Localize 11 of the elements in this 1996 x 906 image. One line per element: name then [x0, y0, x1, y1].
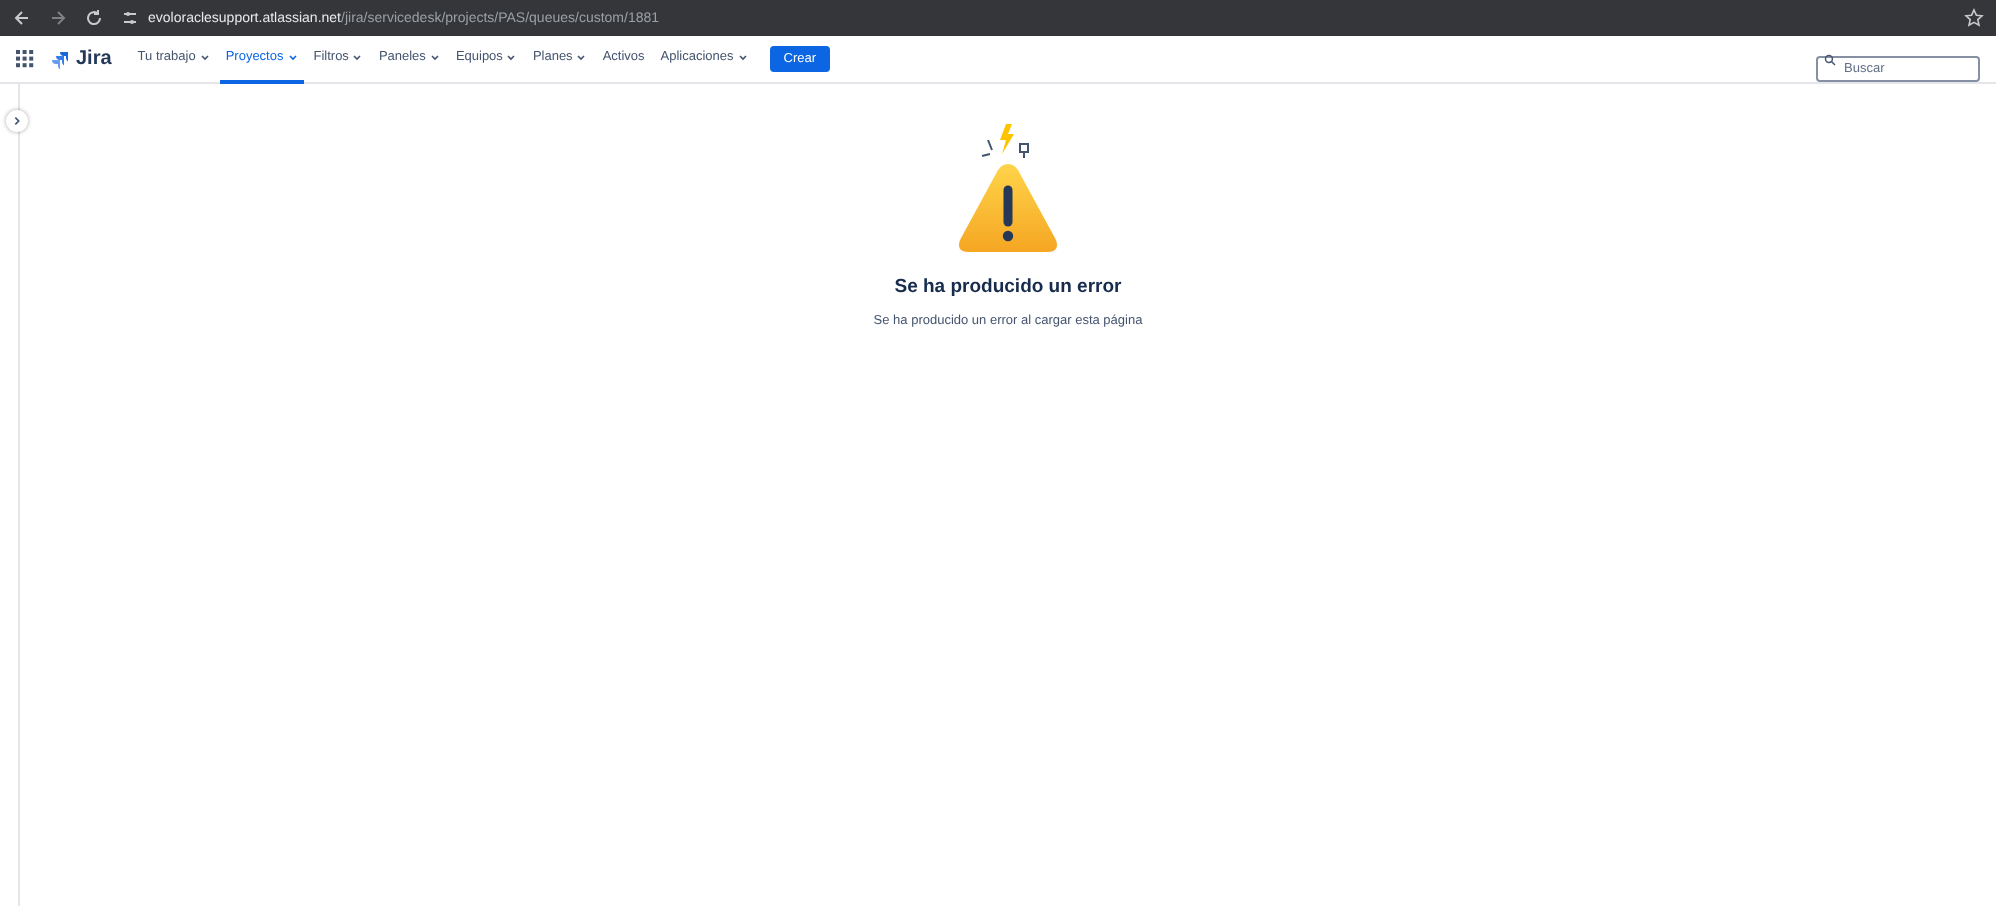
- product-name[interactable]: Jira: [76, 48, 112, 70]
- error-title: Se ha producido un error: [894, 276, 1122, 298]
- jira-logo-icon[interactable]: [50, 49, 70, 69]
- forward-icon[interactable]: [48, 8, 68, 28]
- site-settings-icon[interactable]: [120, 8, 140, 28]
- reload-icon[interactable]: [84, 8, 104, 28]
- app-switcher-icon[interactable]: [16, 50, 34, 68]
- star-icon[interactable]: [1964, 8, 1984, 28]
- chevron-right-icon: [12, 116, 22, 126]
- expand-sidebar-button[interactable]: [6, 110, 28, 132]
- back-icon[interactable]: [12, 8, 32, 28]
